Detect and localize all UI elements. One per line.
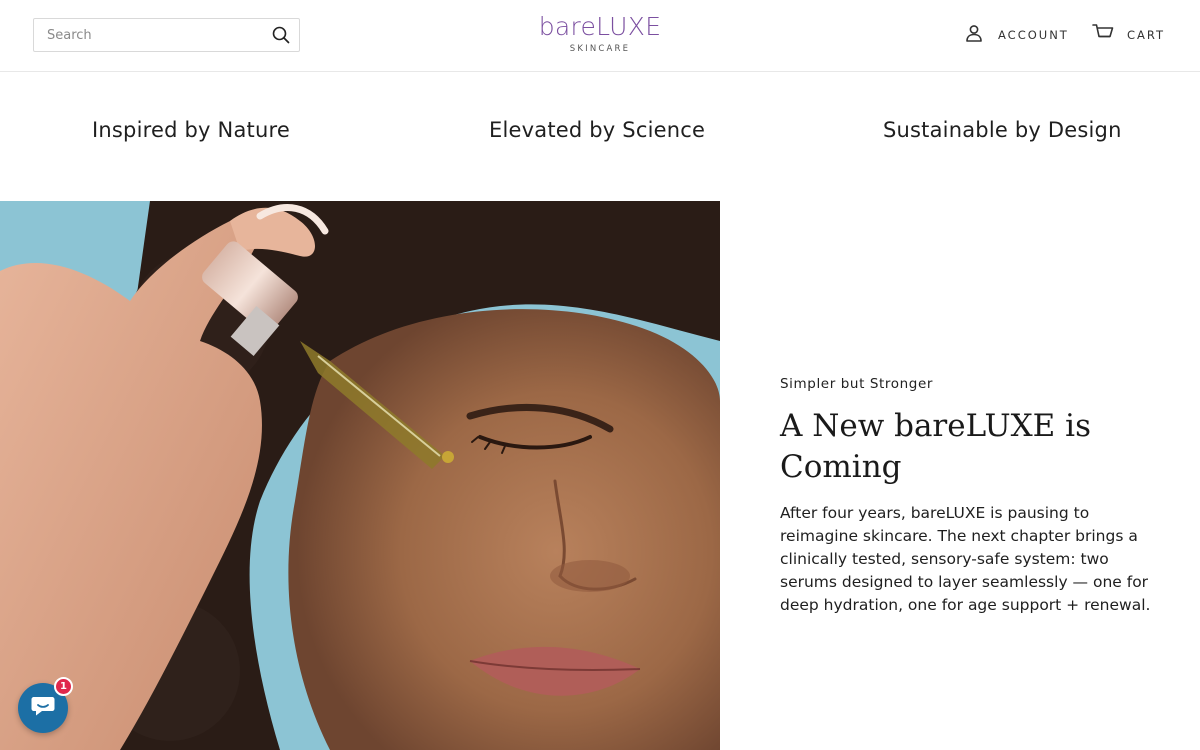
hero-eyebrow: Simpler but Stronger	[780, 376, 934, 392]
chat-bubble-icon	[30, 694, 56, 722]
search-icon[interactable]	[272, 26, 290, 44]
tagline-design: Sustainable by Design	[883, 118, 1122, 142]
hero-copy: Simpler but Stronger A New bareLUXE is C…	[780, 376, 1160, 617]
hero-headline: A New bareLUXE is Coming	[780, 408, 1091, 485]
tagline-science: Elevated by Science	[489, 118, 706, 142]
hero-body: After four years, bareLUXE is pausing to…	[780, 504, 1151, 614]
tagline-nature: Inspired by Nature	[92, 118, 290, 142]
logo-wordmark: bareLUXE	[538, 12, 662, 41]
logo-subtitle: SKINCARE	[569, 44, 631, 54]
site-header: bareLUXE SKINCARE ACCOUNT CART	[0, 0, 1200, 72]
account-link[interactable]: ACCOUNT	[964, 24, 1069, 46]
cart-link[interactable]: CART	[1092, 24, 1165, 46]
chat-notification-badge: 1	[54, 677, 73, 696]
site-logo[interactable]: bareLUXE SKINCARE	[500, 12, 700, 58]
search-box	[33, 18, 300, 52]
search-input[interactable]	[34, 19, 264, 51]
cart-label: CART	[1127, 28, 1166, 42]
account-label: ACCOUNT	[998, 28, 1069, 42]
cart-icon	[1092, 23, 1114, 47]
hero-image	[0, 201, 720, 750]
value-props: Inspired by Nature Elevated by Science S…	[0, 118, 1200, 158]
person-icon	[964, 23, 984, 47]
